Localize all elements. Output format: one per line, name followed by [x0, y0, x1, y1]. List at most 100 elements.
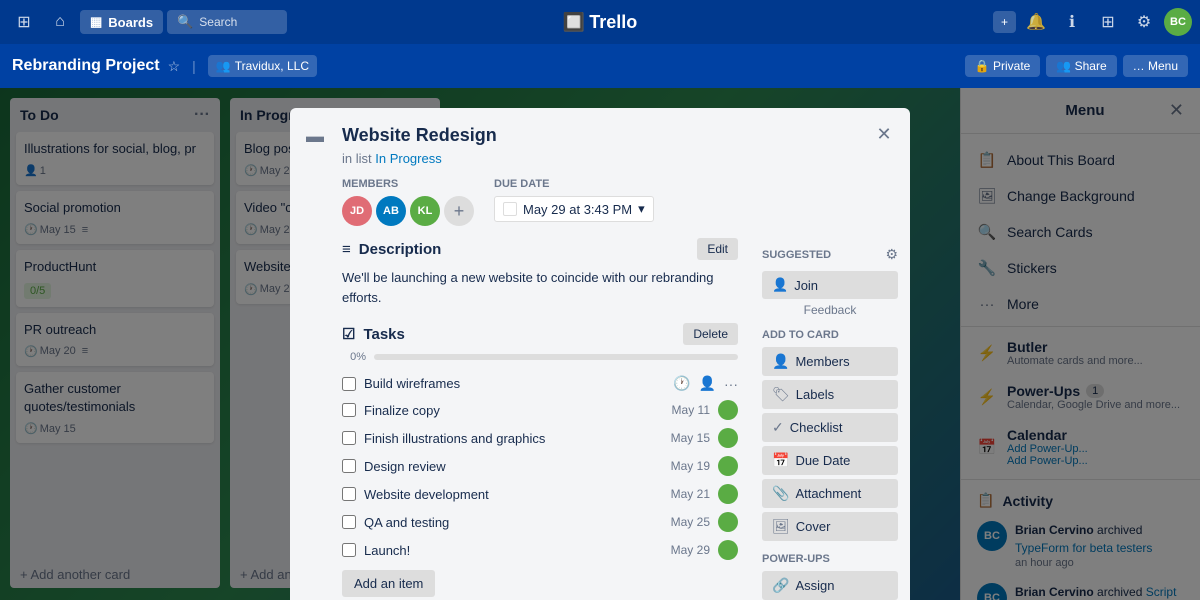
checklist-checkbox[interactable]: [342, 487, 356, 501]
checklist-header: ☑ Tasks Delete: [342, 323, 738, 345]
description-header: ≡ Description Edit: [342, 238, 738, 260]
attachment-icon: 📎: [772, 485, 789, 502]
assign-button[interactable]: 🔗 Assign: [762, 571, 898, 600]
grid-icon[interactable]: ⊞: [8, 6, 40, 38]
modal-overlay: ▬ Website Redesign in list In Progress ✕…: [0, 88, 1200, 600]
checklist-item-text: Launch!: [364, 543, 410, 558]
modal-title: Website Redesign: [342, 124, 874, 147]
more-icon[interactable]: ···: [724, 376, 738, 392]
info-icon[interactable]: ℹ: [1056, 6, 1088, 38]
due-date-picker[interactable]: May 29 at 3:43 PM ▾: [494, 196, 654, 222]
due-date-button[interactable]: 📅 Due Date: [762, 446, 898, 475]
members-button[interactable]: 👤 Members: [762, 347, 898, 376]
calendar-icon[interactable]: 🕐: [673, 375, 690, 392]
labels-icon: 🏷: [772, 386, 790, 403]
checklist-icon: ✓: [772, 419, 784, 436]
checklist-item-text: Finish illustrations and graphics: [364, 431, 545, 446]
checklist-title: ☑ Tasks: [342, 325, 405, 343]
checklist-item: Design review May 19: [342, 452, 738, 480]
main-area: To Do ··· Illustrations for social, blog…: [0, 88, 1200, 600]
attachment-button[interactable]: 📎 Attachment: [762, 479, 898, 508]
meta-row: MEMBERS JD AB KL + DUE DATE May 29 at 3:…: [290, 178, 910, 238]
board-title[interactable]: Rebranding Project: [12, 57, 160, 75]
grid-apps-icon[interactable]: ⊞: [1092, 6, 1124, 38]
members-row: JD AB KL +: [342, 196, 474, 226]
suggested-header: SUGGESTED ⚙: [762, 246, 898, 263]
add-item-button[interactable]: Add an item: [342, 570, 435, 597]
due-date-text: May 11: [672, 403, 710, 417]
due-date-label: DUE DATE: [494, 178, 654, 190]
share-button[interactable]: 🔒 Private: [965, 55, 1041, 77]
board-header: Rebranding Project ☆ | 👥 Travidux, LLC 🔒…: [0, 44, 1200, 88]
checklist-checkbox[interactable]: [342, 377, 356, 391]
search-icon: 🔍: [177, 14, 193, 30]
card-modal: ▬ Website Redesign in list In Progress ✕…: [290, 108, 910, 600]
description-section: ≡ Description Edit We'll be launching a …: [342, 238, 738, 307]
board-actions: 🔒 Private 👥 Share … Menu: [965, 55, 1188, 77]
modal-body-wrapper: ≡ Description Edit We'll be launching a …: [290, 238, 910, 600]
power-ups-label: POWER-UPS: [762, 553, 898, 565]
ci-avatar: [718, 400, 738, 420]
org-icon: 👥: [216, 59, 231, 73]
due-date-checkbox[interactable]: [503, 202, 517, 216]
progress-bar: 0%: [342, 351, 738, 363]
due-date-text: May 25: [671, 515, 710, 529]
modal-list-link[interactable]: In Progress: [375, 151, 441, 166]
cover-button[interactable]: 🖼 Cover: [762, 512, 898, 541]
assign-icon[interactable]: 👤: [699, 375, 716, 392]
boards-button[interactable]: ▦ Boards: [80, 10, 163, 34]
checklist-checkbox[interactable]: [342, 403, 356, 417]
checklist-button[interactable]: ✓ Checklist: [762, 413, 898, 442]
add-member-button[interactable]: +: [444, 196, 474, 226]
delete-checklist-button[interactable]: Delete: [683, 323, 738, 345]
notifications-icon[interactable]: 🔔: [1020, 6, 1052, 38]
checklist-item-meta: May 25: [671, 512, 738, 532]
due-date-text: May 29: [671, 543, 710, 557]
filter-button[interactable]: 👥 Share: [1046, 55, 1116, 77]
checklist-item-meta: May 19: [671, 456, 738, 476]
member-avatar-1[interactable]: JD: [342, 196, 372, 226]
add-to-card-label: ADD TO CARD: [762, 329, 898, 341]
checklist-item-meta: May 29: [671, 540, 738, 560]
progress-percent: 0%: [342, 351, 366, 363]
settings-icon[interactable]: ⚙: [1128, 6, 1160, 38]
members-label: MEMBERS: [342, 178, 474, 190]
org-button[interactable]: 👥 Travidux, LLC: [208, 55, 317, 77]
checklist-checkbox[interactable]: [342, 515, 356, 529]
due-date-text: May 21: [671, 487, 710, 501]
suggested-label: SUGGESTED: [762, 249, 831, 261]
due-date-text: May 19: [671, 459, 710, 473]
join-button[interactable]: 👤 Join: [762, 271, 898, 299]
home-icon[interactable]: ⌂: [44, 6, 76, 38]
labels-button[interactable]: 🏷 Labels: [762, 380, 898, 409]
checklist-section: ☑ Tasks Delete 0%: [342, 323, 738, 597]
checklist-item-text: Finalize copy: [364, 403, 440, 418]
star-icon[interactable]: ☆: [168, 58, 181, 75]
feedback-link[interactable]: Feedback: [762, 303, 898, 317]
search-bar[interactable]: 🔍 Search: [167, 10, 287, 34]
modal-header: ▬ Website Redesign in list In Progress ✕: [290, 108, 910, 178]
members-icon: 👤: [772, 353, 789, 370]
checklist-item: QA and testing May 25: [342, 508, 738, 536]
checklist-checkbox[interactable]: [342, 459, 356, 473]
edit-description-button[interactable]: Edit: [697, 238, 738, 260]
ci-avatar: [718, 512, 738, 532]
members-section: MEMBERS JD AB KL +: [342, 178, 474, 226]
modal-close-button[interactable]: ✕: [870, 120, 898, 148]
ci-avatar: [718, 540, 738, 560]
gear-icon[interactable]: ⚙: [885, 246, 898, 263]
checklist-checkbox[interactable]: [342, 431, 356, 445]
member-avatar-2[interactable]: AB: [376, 196, 406, 226]
due-date-section: DUE DATE May 29 at 3:43 PM ▾: [494, 178, 654, 226]
user-avatar[interactable]: BC: [1164, 8, 1192, 36]
member-avatar-3[interactable]: KL: [410, 196, 440, 226]
create-button[interactable]: +: [993, 11, 1016, 33]
checklist-item-meta: May 21: [671, 484, 738, 504]
checklist-checkbox[interactable]: [342, 543, 356, 557]
modal-main: ≡ Description Edit We'll be launching a …: [290, 238, 750, 600]
checklist-item-text: QA and testing: [364, 515, 449, 530]
cover-icon: 🖼: [772, 518, 790, 535]
description-icon: ≡: [342, 241, 351, 258]
checklist-item: Website development May 21: [342, 480, 738, 508]
menu-button[interactable]: … Menu: [1123, 55, 1188, 77]
